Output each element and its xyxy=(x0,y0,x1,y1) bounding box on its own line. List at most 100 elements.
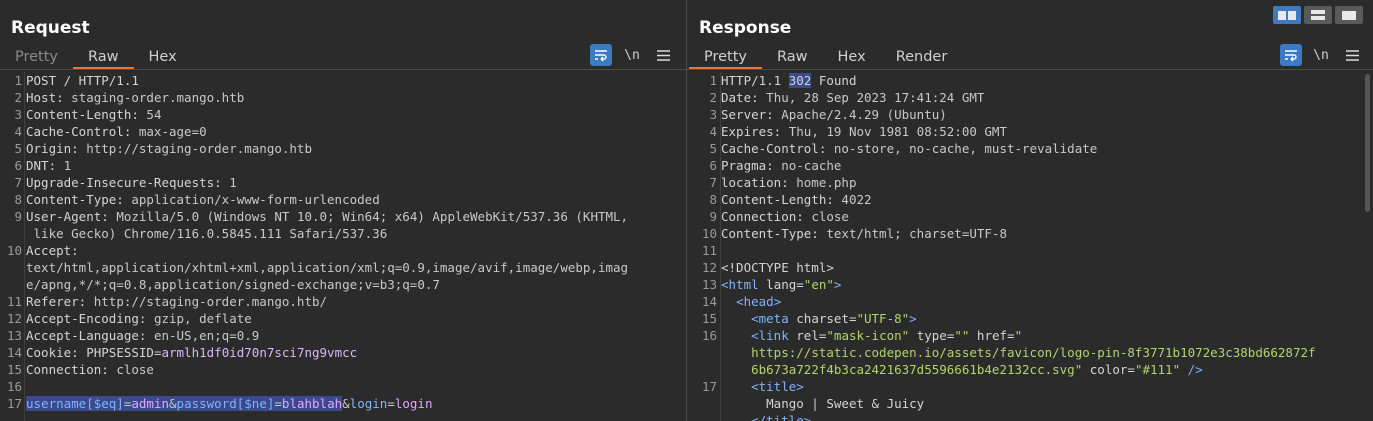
code-line: 14 Cookie: PHPSESSID=armlh1df0id70n7sci7n… xyxy=(0,344,686,361)
code-line: 11 xyxy=(695,242,1373,259)
response-pane: Response Pretty Raw Hex Render \n 1 HTTP/… xyxy=(687,0,1373,421)
header-value: Mozilla/5.0 (Windows NT 10.0; Win64; x64… xyxy=(108,209,629,224)
line-number: 13 xyxy=(701,277,717,292)
line-number: 3 xyxy=(709,107,717,122)
line-number: 6 xyxy=(709,158,717,173)
menu-icon[interactable] xyxy=(1341,44,1363,66)
header-value: home.php xyxy=(788,175,857,190)
request-tab-hex[interactable]: Hex xyxy=(134,46,192,69)
code-line: 9 Connection: close xyxy=(695,208,1373,225)
code-line: 7 location: home.php xyxy=(695,174,1373,191)
line-number xyxy=(0,259,26,276)
request-editor[interactable]: 1 POST / HTTP/1.1 2 Host: staging-order.man… xyxy=(0,72,686,421)
status-code: 302 xyxy=(788,73,812,88)
code-line: 4 Cache-Control: max-age=0 xyxy=(0,123,686,140)
line-number: 14 xyxy=(6,345,22,360)
code-line: 15 Connection: close xyxy=(0,361,686,378)
header-value: Thu, 28 Sep 2023 17:41:24 GMT xyxy=(758,90,985,105)
html-tag: <head> xyxy=(736,294,782,309)
line-content: <title> xyxy=(721,378,804,395)
line-content: Cache-Control: no-store, no-cache, must-… xyxy=(721,140,1097,157)
request-tab-raw[interactable]: Raw xyxy=(73,46,134,69)
line-content: </title> xyxy=(721,412,811,421)
cookie-name: PHPSESSID xyxy=(86,345,154,360)
line-content: e/apng,*/*;q=0.8,application/signed-exch… xyxy=(26,276,440,293)
header-key: Origin: xyxy=(26,141,79,156)
line-number: 15 xyxy=(701,311,717,326)
html-attr-value: 6b673a722f4b3ca2421637d5596661b4e2132cc.… xyxy=(751,362,1083,377)
header-key: location: xyxy=(721,175,789,190)
html-attr: color= xyxy=(1082,362,1135,377)
line-content: Accept: xyxy=(26,242,79,259)
line-content: Connection: close xyxy=(721,208,849,225)
newline-toggle-icon[interactable]: \n xyxy=(621,44,643,66)
html-attr: type= xyxy=(909,328,955,343)
code-line: 5 Cache-Control: no-store, no-cache, must… xyxy=(695,140,1373,157)
line-number: 7 xyxy=(14,175,22,190)
line-number xyxy=(695,344,721,361)
line-number: 4 xyxy=(14,124,22,139)
header-key: Connection: xyxy=(721,209,804,224)
cookie-value: armlh1df0id70n7sci7ng9vmcc xyxy=(161,345,358,360)
code-line: Mango | Sweet & Juicy xyxy=(695,395,1373,412)
response-scrollbar[interactable] xyxy=(1365,74,1370,212)
code-line: 16 xyxy=(0,378,686,395)
request-tab-pretty[interactable]: Pretty xyxy=(0,46,73,69)
header-key: Upgrade-Insecure-Requests: xyxy=(26,175,222,190)
header-key: Content-Type: xyxy=(26,192,124,207)
newline-toggle-icon[interactable]: \n xyxy=(1310,44,1332,66)
line-number: 10 xyxy=(6,243,22,258)
html-tag: > xyxy=(909,311,917,326)
code-line: 3 Content-Length: 54 xyxy=(0,106,686,123)
layout-stacked-icon[interactable] xyxy=(1304,6,1332,24)
header-key: Cookie: xyxy=(26,345,79,360)
code-line: 10 Accept: xyxy=(0,242,686,259)
header-key: Content-Type: xyxy=(721,226,819,241)
line-number: 14 xyxy=(701,294,717,309)
html-attr: href= xyxy=(969,328,1015,343)
layout-side-by-side-icon[interactable] xyxy=(1273,6,1301,24)
line-content: location: home.php xyxy=(721,174,856,191)
code-line: 12 Accept-Encoding: gzip, deflate xyxy=(0,310,686,327)
header-value: close xyxy=(108,362,154,377)
response-editor[interactable]: 1 HTTP/1.1 302 Found 2 Date: Thu, 28 Sep 20… xyxy=(687,72,1373,421)
param-value: login xyxy=(394,396,433,411)
line-number: 8 xyxy=(14,192,22,207)
line-content: <html lang="en"> xyxy=(721,276,841,293)
header-key: Accept-Encoding: xyxy=(26,311,147,326)
word-wrap-icon[interactable] xyxy=(1280,44,1302,66)
header-value: 1 xyxy=(221,175,237,190)
line-number: 8 xyxy=(709,192,717,207)
code-line: 2 Host: staging-order.mango.htb xyxy=(0,89,686,106)
code-line: https://static.codepen.io/assets/favicon… xyxy=(695,344,1373,361)
line-content: Upgrade-Insecure-Requests: 1 xyxy=(26,174,237,191)
header-key: Content-Length: xyxy=(721,192,834,207)
menu-icon[interactable] xyxy=(652,44,674,66)
layout-tabs-icon[interactable] xyxy=(1335,6,1363,24)
word-wrap-icon[interactable] xyxy=(590,44,612,66)
line-number: 2 xyxy=(14,90,22,105)
response-tab-render[interactable]: Render xyxy=(881,46,963,69)
header-value: 1 xyxy=(56,158,72,173)
html-attr: rel= xyxy=(788,328,827,343)
html-tag: </title> xyxy=(751,413,812,421)
code-line: 15 <meta charset="UTF-8"> xyxy=(695,310,1373,327)
line-content: like Gecko) Chrome/116.0.5845.111 Safari… xyxy=(26,225,388,242)
code-line: text/html,application/xhtml+xml,applicat… xyxy=(0,259,686,276)
code-line: 6 DNT: 1 xyxy=(0,157,686,174)
response-tab-raw[interactable]: Raw xyxy=(762,46,823,69)
line-content: Accept-Encoding: gzip, deflate xyxy=(26,310,252,327)
line-number: 12 xyxy=(6,311,22,326)
param-value: admin xyxy=(131,396,170,411)
header-value: Apache/2.4.29 (Ubuntu) xyxy=(773,107,947,122)
response-tab-hex[interactable]: Hex xyxy=(823,46,881,69)
header-value: no-cache xyxy=(773,158,842,173)
line-number: 17 xyxy=(6,396,22,411)
line-number: 2 xyxy=(709,90,717,105)
line-content: text/html,application/xhtml+xml,applicat… xyxy=(26,259,628,276)
header-key: DNT: xyxy=(26,158,57,173)
response-tab-pretty[interactable]: Pretty xyxy=(689,46,763,69)
line-number: 10 xyxy=(701,226,717,241)
line-content: Pragma: no-cache xyxy=(721,157,841,174)
line-content: POST / HTTP/1.1 xyxy=(26,72,139,89)
